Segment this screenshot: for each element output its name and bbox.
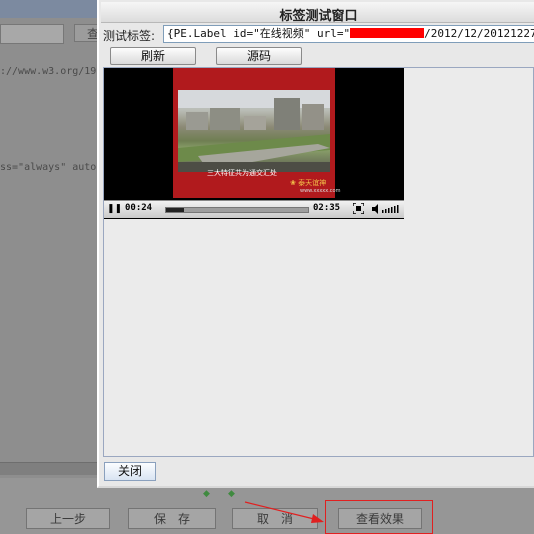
close-button[interactable]: 关闭 (104, 462, 156, 481)
tag-test-dialog: 标签测试窗口 测试标签: {PE.Label id="在线视频" url=" /2… (97, 0, 534, 488)
video-logo-url: www.xxxxx.com (300, 188, 341, 194)
refresh-button[interactable]: 刷新 (110, 47, 196, 65)
video-player[interactable]: 三大特征共为通交汇处 ❀ 泰天谊神 www.xxxxx.com ❚❚ 00:24… (104, 68, 404, 219)
video-caption: 三大特征共为通交汇处 (207, 169, 277, 177)
test-tag-label: 测试标签: (103, 29, 156, 43)
video-logo: ❀ 泰天谊神 (290, 179, 327, 187)
dialog-titlebar[interactable]: 标签测试窗口 (101, 2, 534, 24)
video-scene-image (178, 90, 330, 172)
seek-bar[interactable] (165, 207, 309, 213)
fullscreen-icon[interactable] (353, 203, 364, 214)
volume-icon[interactable] (372, 203, 402, 215)
pause-icon[interactable]: ❚❚ (107, 203, 122, 215)
video-scene-drawing (178, 90, 330, 172)
source-code-button[interactable]: 源码 (216, 47, 302, 65)
test-tag-input[interactable]: {PE.Label id="在线视频" url=" /2012/12/201212… (163, 25, 534, 43)
redaction-mark (350, 28, 425, 38)
tag-input-prefix: {PE.Label id="在线视频" url=" (167, 27, 351, 40)
video-control-bar: ❚❚ 00:24 02:35 (104, 200, 404, 218)
current-time: 00:24 (125, 203, 153, 213)
total-time: 02:35 (313, 203, 341, 213)
dialog-title: 标签测试窗口 (279, 9, 358, 24)
seek-progress (166, 208, 185, 212)
preview-area: 三大特征共为通交汇处 ❀ 泰天谊神 www.xxxxx.com ❚❚ 00:24… (103, 67, 534, 457)
video-frame: 三大特征共为通交汇处 ❀ 泰天谊神 www.xxxxx.com (173, 68, 340, 198)
tag-input-suffix: /2012/12/201212271134 (424, 27, 534, 40)
